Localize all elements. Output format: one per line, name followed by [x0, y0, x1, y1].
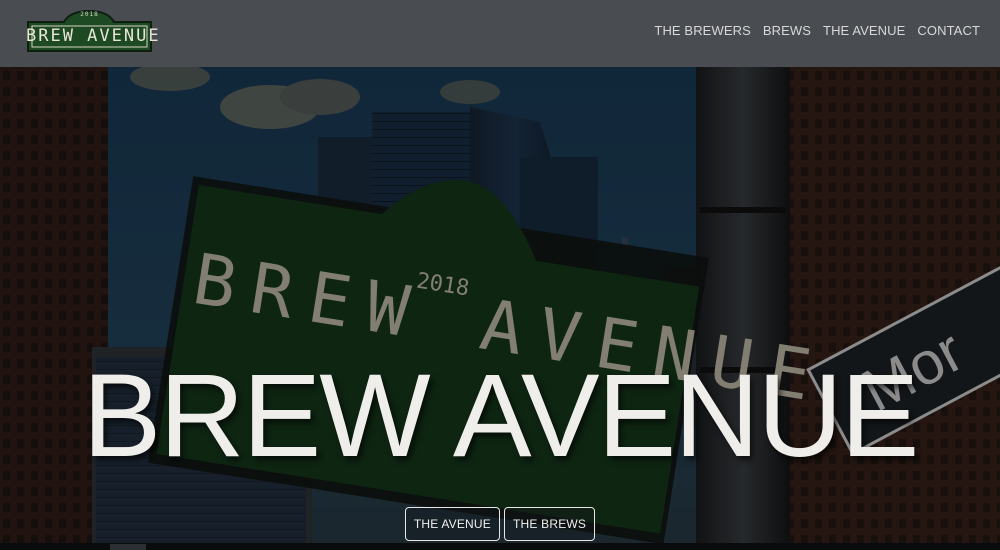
logo-year: 2018 — [80, 11, 99, 18]
nav-link-contact[interactable]: CONTACT — [917, 23, 980, 38]
scroll-thumb[interactable] — [110, 544, 146, 550]
hero-title: BREW AVENUE — [82, 350, 920, 482]
brand-logo[interactable]: 2018 BREW AVENUE — [26, 8, 161, 53]
nav-link-brews[interactable]: BREWS — [763, 23, 811, 38]
site-header: 2018 BREW AVENUE THE BREWERS BREWS THE A… — [0, 0, 1000, 67]
hero-section: 2018 BREW AVENUE Mor BREW AVENUE THE AVE… — [0, 67, 1000, 550]
main-nav: THE BREWERS BREWS THE AVENUE CONTACT — [654, 23, 980, 38]
hero-button-group: THE AVENUE THE BREWS — [0, 507, 1000, 541]
logo-text: BREW AVENUE — [26, 26, 161, 46]
nav-link-the-brewers[interactable]: THE BREWERS — [654, 23, 750, 38]
the-brews-button[interactable]: THE BREWS — [504, 507, 596, 541]
nav-link-the-avenue[interactable]: THE AVENUE — [823, 23, 905, 38]
bottom-edge-strip — [0, 543, 1000, 550]
the-avenue-button[interactable]: THE AVENUE — [404, 507, 500, 541]
